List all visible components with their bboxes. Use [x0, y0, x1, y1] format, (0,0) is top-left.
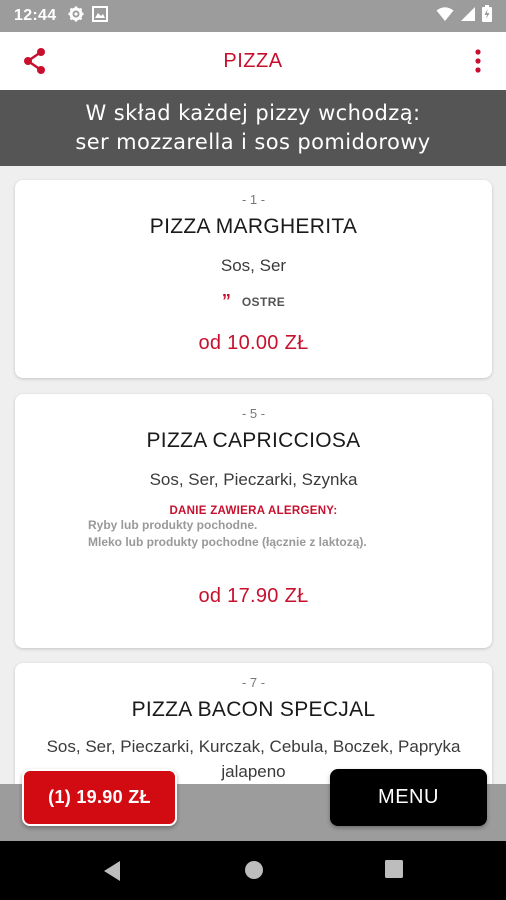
- pizza-card[interactable]: - 5 - PIZZA CAPRICCIOSA Sos, Ser, Piecza…: [15, 394, 492, 648]
- back-icon[interactable]: [102, 860, 122, 887]
- wifi-icon: [436, 6, 454, 27]
- pizza-card[interactable]: - 1 - PIZZA MARGHERITA Sos, Ser ” OSTRE …: [15, 180, 492, 378]
- app-bar: PIZZA: [0, 32, 506, 90]
- spicy-label: OSTRE: [241, 294, 286, 309]
- banner-line-2: ser mozzarella i sos pomidorowy: [75, 130, 431, 154]
- chili-icon: ”: [221, 291, 231, 311]
- battery-icon: [482, 5, 492, 27]
- more-options-icon[interactable]: [468, 47, 488, 75]
- pizza-ingredients: Sos, Ser: [220, 256, 287, 275]
- system-nav-bar: [0, 841, 506, 900]
- pizza-number: - 1 -: [241, 192, 266, 207]
- allergen-item: Mleko lub produkty pochodne (łącznie z l…: [88, 535, 367, 549]
- pizza-number: - 7 -: [241, 675, 266, 690]
- pizza-number: - 5 -: [241, 406, 266, 421]
- status-bar: 12:44: [0, 0, 506, 32]
- share-icon[interactable]: [20, 46, 50, 76]
- image-icon: [92, 5, 109, 27]
- pizza-name: PIZZA MARGHERITA: [149, 215, 358, 238]
- home-icon[interactable]: [244, 860, 264, 885]
- banner-line-1: W skład każdej pizzy wchodzą:: [85, 101, 421, 125]
- signal-icon: [460, 6, 476, 27]
- allergens-heading: DANIE ZAWIERA ALERGENY:: [169, 505, 338, 517]
- page-title: PIZZA: [223, 49, 283, 72]
- pizza-list[interactable]: - 1 - PIZZA MARGHERITA Sos, Ser ” OSTRE …: [0, 166, 506, 841]
- settings-icon: [68, 6, 84, 27]
- pizza-name: PIZZA CAPRICCIOSA: [146, 429, 361, 452]
- spicy-indicator: ” OSTRE: [15, 291, 492, 312]
- menu-button[interactable]: MENU: [330, 769, 487, 826]
- allergens-section: DANIE ZAWIERA ALERGENY: Ryby lub produkt…: [15, 505, 492, 551]
- pizza-price: od 10.00 ZŁ: [198, 332, 309, 354]
- cart-button[interactable]: (1) 19.90 ZŁ: [22, 769, 177, 826]
- allergen-item: Ryby lub produkty pochodne.: [88, 518, 258, 532]
- pizza-ingredients: Sos, Ser, Pieczarki, Szynka: [149, 470, 358, 489]
- pizza-price: od 17.90 ZŁ: [198, 585, 309, 607]
- recent-apps-icon[interactable]: [385, 860, 403, 883]
- info-banner: W skład każdej pizzy wchodzą: ser mozzar…: [0, 90, 506, 166]
- status-time: 12:44: [14, 7, 57, 24]
- pizza-name: PIZZA BACON SPECJAL: [131, 698, 376, 721]
